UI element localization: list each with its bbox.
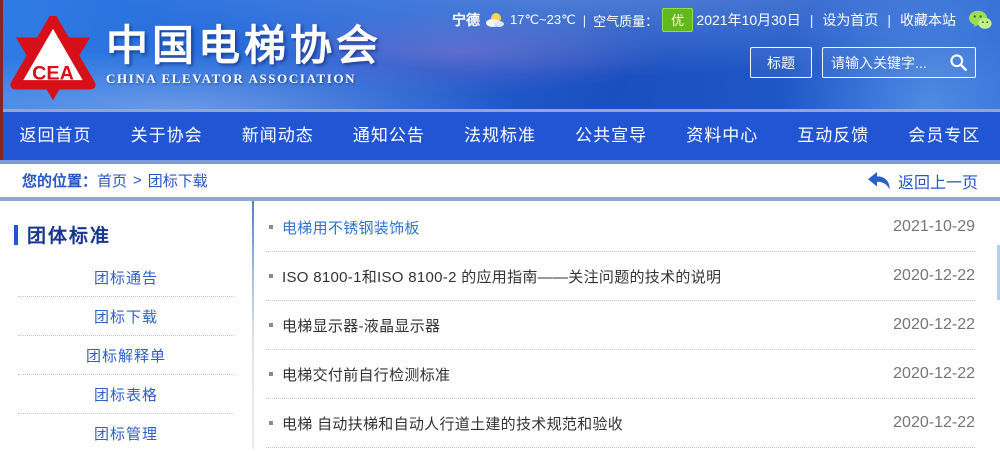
site-name: 中国电梯协会 CHINA ELEVATOR ASSOCIATION: [106, 24, 382, 87]
nav-item-feedback[interactable]: 互动反馈: [778, 112, 889, 160]
document-link[interactable]: 电梯显示器-液晶显示器: [282, 315, 440, 336]
nav-item-advocacy[interactable]: 公共宣导: [556, 112, 667, 160]
separator: |: [810, 12, 814, 28]
back-to-previous-button[interactable]: 返回上一页: [867, 169, 978, 193]
search-input[interactable]: [823, 55, 941, 71]
document-date: 2020-12-22: [881, 267, 975, 285]
document-link[interactable]: 电梯交付前自行检测标准: [282, 364, 450, 385]
air-quality-label: 空气质量：: [593, 11, 658, 30]
search-area: 标题: [750, 47, 976, 78]
content-area: 团体标准 团标通告 团标下载 团标解释单 团标表格 团标管理 电梯用不锈钢装饰板…: [0, 201, 1000, 449]
weather-sun-icon: [484, 11, 506, 29]
breadcrumb-home-link[interactable]: 首页: [97, 170, 127, 191]
document-date: 2020-12-22: [881, 316, 975, 334]
nav-item-home[interactable]: 返回首页: [0, 112, 111, 160]
current-date: 2021年10月30日: [696, 10, 800, 30]
nav-item-news[interactable]: 新闻动态: [222, 112, 333, 160]
sidebar-title: 团体标准: [14, 221, 252, 248]
weather-temp: 17℃~23℃: [510, 12, 576, 28]
left-edge-strip: [0, 0, 3, 160]
document-list: 电梯用不锈钢装饰板 2021-10-29 ISO 8100-1和ISO 8100…: [254, 201, 1000, 449]
breadcrumb-label: 您的位置：: [22, 170, 97, 191]
back-arrow-icon: [867, 171, 891, 191]
document-date: 2020-12-22: [881, 414, 975, 432]
sidebar-item-download[interactable]: 团标下载: [18, 297, 235, 336]
breadcrumb-current[interactable]: 团标下载: [148, 170, 208, 191]
bullet-icon: [269, 274, 273, 278]
nav-item-notices[interactable]: 通知公告: [333, 112, 444, 160]
header-banner: CEA 中国电梯协会 CHINA ELEVATOR ASSOCIATION 宁德…: [0, 0, 1000, 112]
site-subtitle: CHINA ELEVATOR ASSOCIATION: [106, 71, 382, 87]
sidebar: 团体标准 团标通告 团标下载 团标解释单 团标表格 团标管理: [0, 201, 252, 449]
document-date: 2020-12-22: [881, 365, 975, 383]
list-item[interactable]: 电梯交付前自行检测标准 2020-12-22: [266, 350, 975, 399]
document-link[interactable]: ISO 8100-1和ISO 8100-2 的应用指南——关注问题的技术的说明: [282, 266, 721, 287]
sidebar-menu: 团标通告 团标下载 团标解释单 团标表格 团标管理: [0, 258, 252, 452]
breadcrumb-bar: 您的位置： 首页 > 团标下载 返回上一页: [0, 160, 1000, 201]
list-item[interactable]: 电梯用不锈钢装饰板 2021-10-29: [266, 203, 975, 252]
search-button[interactable]: [941, 48, 975, 77]
nav-item-about[interactable]: 关于协会: [111, 112, 222, 160]
set-homepage-link[interactable]: 设为首页: [822, 10, 878, 30]
list-item[interactable]: ISO 8100-1和ISO 8100-2 的应用指南——关注问题的技术的说明 …: [266, 252, 975, 301]
add-favorite-link[interactable]: 收藏本站: [900, 10, 956, 30]
back-label: 返回上一页: [898, 169, 978, 193]
title-accent-bar: [14, 225, 18, 245]
list-item[interactable]: 电梯显示器-液晶显示器 2020-12-22: [266, 301, 975, 350]
weather-city: 宁德: [452, 10, 480, 30]
magnifier-icon: [949, 53, 968, 72]
search-box: [822, 47, 976, 78]
page: CEA 中国电梯协会 CHINA ELEVATOR ASSOCIATION 宁德…: [0, 0, 1000, 452]
separator: |: [583, 13, 586, 28]
nav-item-regulations[interactable]: 法规标准: [444, 112, 555, 160]
site-title: 中国电梯协会: [106, 24, 382, 68]
search-category-button[interactable]: 标题: [750, 47, 812, 78]
air-quality-badge: 优: [662, 8, 693, 32]
bullet-icon: [269, 372, 273, 376]
bullet-icon: [269, 323, 273, 327]
breadcrumb-separator: >: [133, 172, 142, 189]
main-nav: 返回首页 关于协会 新闻动态 通知公告 法规标准 公共宣导 资料中心 互动反馈 …: [0, 112, 1000, 160]
list-item[interactable]: 电梯 自动扶梯和自动人行道土建的技术规范和验收 2020-12-22: [266, 399, 975, 448]
site-logo[interactable]: CEA 中国电梯协会 CHINA ELEVATOR ASSOCIATION: [10, 16, 382, 102]
sidebar-item-management[interactable]: 团标管理: [18, 414, 235, 452]
top-info-bar: 宁德 17℃~23℃ | 空气质量： 优 2021年10月30日 | 设为首页 …: [452, 8, 992, 32]
sidebar-item-forms[interactable]: 团标表格: [18, 375, 235, 414]
sidebar-item-interpretation[interactable]: 团标解释单: [18, 336, 235, 375]
document-link[interactable]: 电梯用不锈钢装饰板: [282, 217, 420, 238]
bullet-icon: [269, 421, 273, 425]
sidebar-title-text: 团体标准: [27, 221, 111, 248]
document-link[interactable]: 电梯 自动扶梯和自动人行道土建的技术规范和验收: [282, 413, 623, 434]
logo-text: CEA: [32, 63, 74, 85]
top-right-links: 2021年10月30日 | 设为首页 | 收藏本站: [696, 10, 992, 30]
document-date: 2021-10-29: [881, 218, 975, 236]
nav-item-resources[interactable]: 资料中心: [667, 112, 778, 160]
sidebar-item-notice[interactable]: 团标通告: [18, 258, 235, 297]
bullet-icon: [269, 225, 273, 229]
nav-item-members[interactable]: 会员专区: [889, 112, 1000, 160]
separator: |: [887, 12, 891, 28]
cea-star-logo-icon: CEA: [10, 16, 96, 102]
wechat-icon[interactable]: [968, 10, 992, 30]
